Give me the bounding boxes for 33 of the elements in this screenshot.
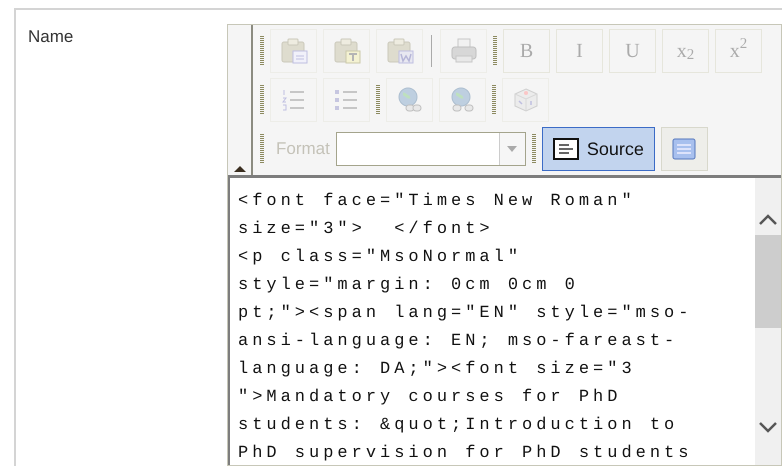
toolbar-grip-icon (532, 134, 536, 164)
clipboard-word-icon (384, 36, 414, 66)
source-code-line: PhD supervision for PhD students (238, 443, 694, 465)
toolbar-grip-icon (260, 85, 264, 115)
source-code-line: ansi-language: EN; mso-fareast- (238, 331, 680, 353)
format-label: Format (276, 138, 330, 160)
toolbar-button[interactable] (660, 127, 708, 171)
field-label: Name (28, 27, 74, 46)
toolbar-grip-icon (260, 134, 264, 164)
source-code-line: ">Mandatory courses for PhD (238, 387, 622, 409)
format-dropdown[interactable] (336, 132, 526, 166)
collapse-toolbar-icon[interactable] (234, 166, 246, 172)
scroll-up-icon[interactable] (759, 214, 777, 225)
source-button[interactable]: Source (542, 127, 655, 171)
scrollbar[interactable] (755, 178, 781, 465)
scrollbar-thumb[interactable] (755, 235, 781, 328)
scroll-down-icon[interactable] (759, 422, 777, 433)
toolbar-grip-icon (376, 85, 380, 115)
source-code-line: <font face="Times New Roman" (238, 191, 637, 213)
caret-icon (507, 146, 518, 152)
source-document-icon (552, 138, 579, 160)
source-code-line: language: DA;"><font size="3 (238, 359, 637, 381)
source-textarea[interactable] (228, 175, 781, 465)
source-code-line: pt;"><span lang="EN" style="mso- (238, 303, 694, 325)
toolbar-grip-icon (260, 36, 264, 66)
source-code-line: students: &quot;Introduction to (238, 415, 680, 437)
clipboard-icon (278, 36, 308, 66)
toolbar-grip-icon (492, 85, 496, 115)
toolbar-grip-icon (493, 36, 497, 66)
clipboard-text-icon (332, 36, 362, 66)
source-code-line: <p class="MsoNormal" (238, 247, 524, 269)
source-code-line: style="margin: 0cm 0cm 0 (238, 275, 580, 297)
source-code-line: size="3"> </font> (238, 219, 495, 241)
